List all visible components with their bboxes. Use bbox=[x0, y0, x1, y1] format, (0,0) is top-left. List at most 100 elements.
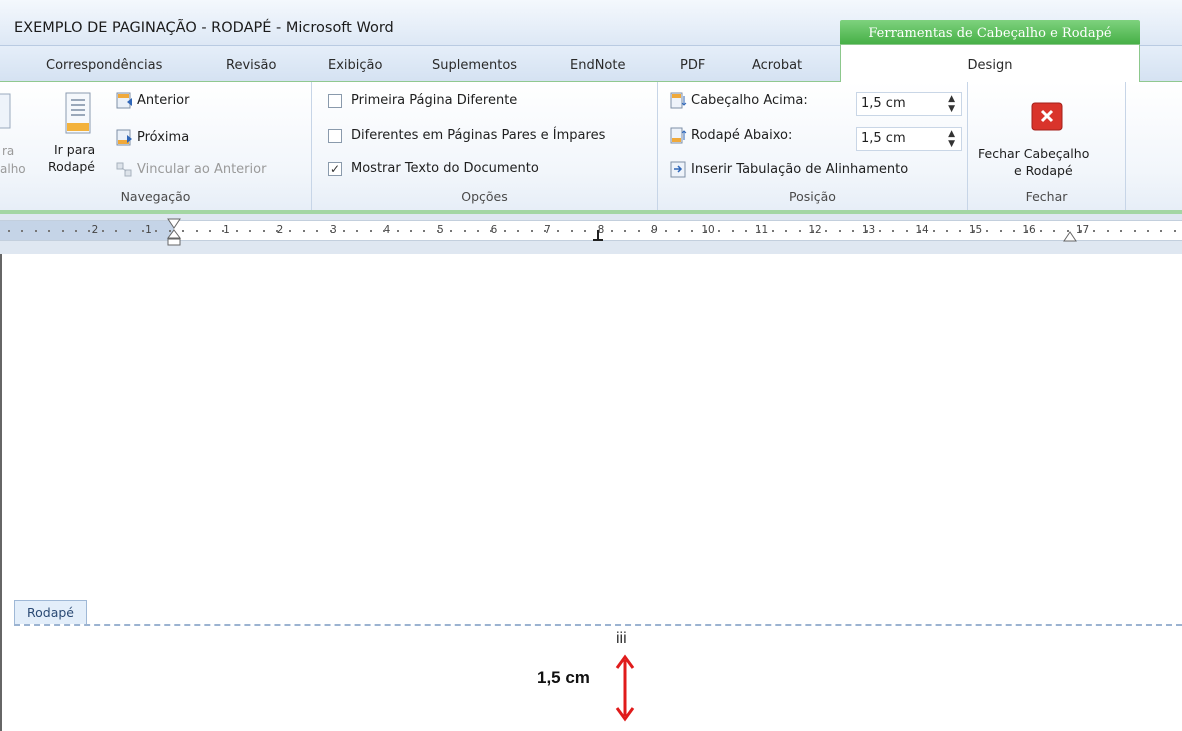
ruler-tick bbox=[838, 230, 841, 232]
ruler-number: 12 bbox=[808, 224, 822, 236]
horizontal-ruler[interactable]: 2 1 1 2 3 4 5 6 7 8 9 10 11 12 13 14 15 16 17 bbox=[0, 214, 1182, 254]
tab-pdf[interactable]: PDF bbox=[680, 58, 705, 73]
footer-position-spinner[interactable]: 1,5 cm ▲ ▼ bbox=[856, 127, 962, 151]
ruler-tick bbox=[1080, 230, 1082, 232]
goto-footer-label-2: Rodapé bbox=[48, 159, 95, 174]
ruler-tick bbox=[115, 230, 118, 232]
footer-spin-arrows-icon[interactable]: ▲ ▼ bbox=[948, 129, 955, 149]
ruler-tick bbox=[812, 230, 814, 232]
ruler-tick bbox=[771, 230, 774, 232]
checkbox-show-document-text[interactable]: ✓ bbox=[328, 161, 342, 176]
title-bar: EXEMPLO DE PAGINAÇÃO - RODAPÉ - Microsof… bbox=[0, 0, 1182, 48]
next-label: Próxima bbox=[137, 130, 190, 145]
checkbox-different-first-page[interactable] bbox=[328, 93, 342, 108]
header-spin-arrows-icon[interactable]: ▲ ▼ bbox=[948, 94, 955, 114]
document-page[interactable]: Rodapé iii 1,5 cm bbox=[0, 254, 1182, 731]
ruler-tick bbox=[195, 230, 198, 232]
tab-correspondencias[interactable]: Correspondências bbox=[46, 58, 162, 73]
double-arrow-icon bbox=[615, 654, 635, 722]
goto-footer-button[interactable]: Ir para Rodapé bbox=[48, 92, 108, 182]
ruler-tick bbox=[1120, 230, 1123, 232]
next-section-icon bbox=[116, 129, 132, 146]
ruler-tick bbox=[276, 230, 278, 232]
group-opcoes: Primeira Página Diferente Diferentes em … bbox=[312, 82, 658, 210]
ruler-tick bbox=[879, 230, 881, 232]
ruler-tick bbox=[1106, 230, 1109, 232]
ruler-tick bbox=[128, 230, 131, 232]
footer-from-bottom-label-group: Rodapé Abaixo: bbox=[670, 127, 792, 144]
tab-suplementos[interactable]: Suplementos bbox=[432, 58, 517, 73]
ruler-tick bbox=[410, 230, 412, 232]
tab-endnote[interactable]: EndNote bbox=[570, 58, 625, 73]
ruler-tick bbox=[798, 230, 801, 232]
ruler-tick bbox=[852, 230, 855, 232]
goto-header-cut-label-top: ra bbox=[2, 144, 15, 158]
footer-position-value: 1,5 cm bbox=[861, 131, 906, 146]
ruler-number-left: 1 bbox=[145, 224, 152, 236]
ruler-tick bbox=[477, 230, 479, 232]
ruler-tick bbox=[892, 230, 895, 232]
ruler-tick bbox=[329, 230, 332, 232]
ruler-tick bbox=[1053, 230, 1056, 232]
header-position-icon bbox=[670, 92, 687, 109]
option-show-document-text[interactable]: ✓ Mostrar Texto do Documento bbox=[328, 161, 539, 176]
window-title: EXEMPLO DE PAGINAÇÃO - RODAPÉ - Microsof… bbox=[14, 20, 394, 36]
ruler-tick bbox=[396, 230, 399, 232]
right-indent-marker-icon[interactable] bbox=[1062, 230, 1078, 244]
ruler-tick bbox=[570, 230, 573, 232]
ruler-tick bbox=[61, 230, 64, 232]
page-number[interactable]: iii bbox=[616, 630, 627, 648]
header-position-spinner[interactable]: 1,5 cm ▲ ▼ bbox=[856, 92, 962, 116]
ruler-tick bbox=[865, 230, 868, 232]
footer-position-icon bbox=[670, 127, 687, 144]
measure-label: 1,5 cm bbox=[537, 668, 590, 687]
link-to-previous-button[interactable]: Vincular ao Anterior bbox=[116, 161, 266, 178]
ruler-tick bbox=[1026, 230, 1029, 232]
ruler-tick bbox=[155, 230, 158, 232]
ruler-number: 13 bbox=[861, 224, 876, 236]
ruler-tick bbox=[262, 230, 265, 232]
ruler-tick bbox=[302, 230, 305, 232]
ruler-tick bbox=[664, 230, 667, 232]
ruler-tick bbox=[383, 230, 386, 232]
goto-footer-icon bbox=[65, 92, 91, 134]
ruler-tick bbox=[101, 230, 104, 232]
ruler-tick bbox=[691, 230, 694, 232]
ruler-number-left: 2 bbox=[91, 224, 99, 236]
tab-revisao[interactable]: Revisão bbox=[226, 58, 276, 73]
previous-label: Anterior bbox=[137, 93, 190, 108]
header-from-top-label: Cabeçalho Acima: bbox=[691, 93, 808, 108]
ruler-tick bbox=[530, 230, 533, 232]
ruler-tick bbox=[557, 230, 560, 232]
option-different-first-page[interactable]: Primeira Página Diferente bbox=[328, 93, 517, 108]
tab-design[interactable]: Design bbox=[840, 44, 1140, 82]
ruler-tick bbox=[999, 230, 1002, 232]
ruler-tick bbox=[946, 230, 948, 232]
tab-stop-icon[interactable] bbox=[592, 228, 604, 242]
checkbox-different-odd-even[interactable] bbox=[328, 128, 342, 143]
option-different-odd-even[interactable]: Diferentes em Páginas Pares e Ímpares bbox=[328, 128, 605, 143]
ruler-tick bbox=[584, 230, 587, 232]
goto-header-cut-label-bottom: alho bbox=[0, 162, 26, 176]
ruler-tick bbox=[637, 230, 640, 232]
option-different-first-page-label: Primeira Página Diferente bbox=[351, 93, 518, 108]
tab-acrobat[interactable]: Acrobat bbox=[752, 58, 802, 73]
ruler-tick bbox=[544, 230, 546, 232]
goto-header-icon bbox=[0, 93, 11, 129]
alignment-tab-icon bbox=[670, 161, 686, 178]
ruler-number: 15 bbox=[968, 224, 983, 236]
insert-alignment-tab-button[interactable]: Inserir Tabulação de Alinhamento bbox=[670, 161, 908, 178]
ruler-tick bbox=[356, 230, 359, 232]
close-header-footer-button[interactable]: Fechar Cabeçalho e Rodapé bbox=[968, 102, 1126, 182]
close-icon bbox=[1031, 102, 1063, 131]
ruler-tick bbox=[611, 230, 613, 232]
ruler-number: 16 bbox=[1022, 224, 1036, 236]
ruler-tick bbox=[1013, 230, 1015, 232]
next-button[interactable]: Próxima bbox=[116, 129, 189, 146]
indent-marker-icon[interactable] bbox=[166, 218, 182, 246]
ruler-tick bbox=[289, 230, 292, 232]
ruler-tick bbox=[182, 230, 185, 232]
ruler-tick bbox=[758, 230, 761, 232]
previous-button[interactable]: Anterior bbox=[116, 92, 189, 109]
tab-exibicao[interactable]: Exibição bbox=[328, 58, 382, 73]
